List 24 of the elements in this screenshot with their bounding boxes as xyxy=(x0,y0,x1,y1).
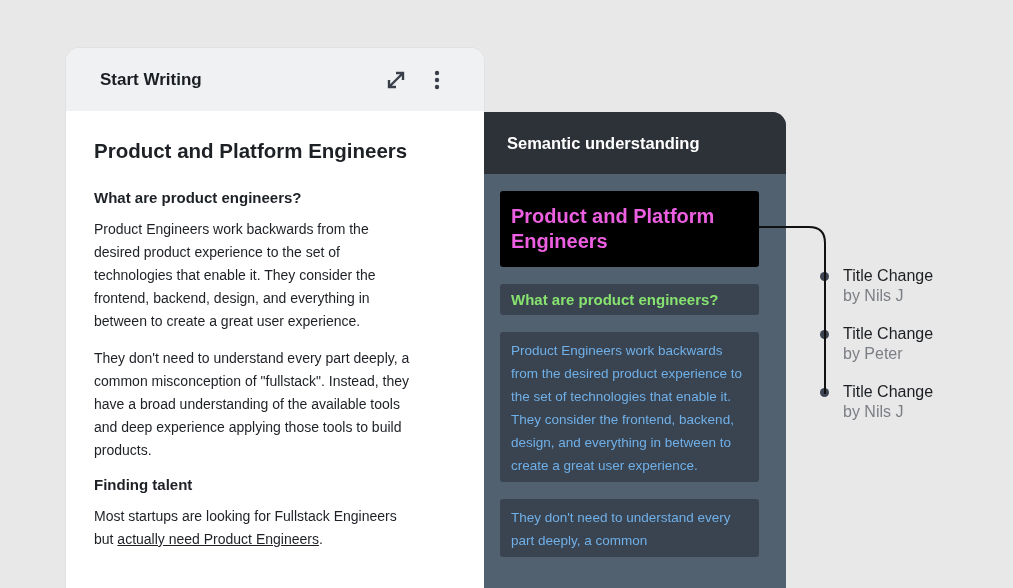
heading-block: What are product engineers? xyxy=(500,284,759,315)
text-link[interactable]: actually need Product Engineers xyxy=(117,531,319,547)
change-title: Title Change xyxy=(843,382,934,402)
paragraph: Most startups are looking for Fullstack Engineers but actually need Product Engineers. xyxy=(94,507,398,549)
document-title: Product and Platform Engineers xyxy=(94,139,409,163)
timeline-dot xyxy=(820,272,829,281)
section-heading: What are product engineers? xyxy=(94,189,303,206)
more-icon[interactable] xyxy=(434,69,440,90)
change-author: by Nils J xyxy=(843,402,905,422)
change-title: Title Change xyxy=(843,266,934,286)
paragraph: Product Engineers work backwards from the desired product experience to the set of technologies that enable it. They consider the frontend, backend, design, and everything in between to create a great user experience. xyxy=(94,220,377,331)
change-author: by Peter xyxy=(843,344,904,364)
timeline-dot xyxy=(820,330,829,339)
title-block: Product and Platform Engineers xyxy=(500,191,759,267)
expand-icon[interactable] xyxy=(386,69,406,90)
timeline-dot xyxy=(820,388,829,397)
change-title: Title Change xyxy=(843,324,934,344)
section-heading: Finding talent xyxy=(94,476,194,493)
paragraph: They don't need to understand every part deeply, a common misconception of "fullstack". Instead, they have a broad understanding of the available tools and deep experience applying those tools to build products. xyxy=(94,349,411,460)
paragraph-block: Product Engineers work backwards from the desired product experience to the set of technologies that enable it. They consider the frontend, backend, design, and everything in between to create a great user experience. xyxy=(500,332,759,482)
panel-title: Semantic understanding xyxy=(507,133,700,153)
change-author: by Nils J xyxy=(843,286,905,306)
editor-title: Start Writing xyxy=(100,69,203,90)
paragraph-block: They don't need to understand every part deeply, a common xyxy=(500,499,759,557)
